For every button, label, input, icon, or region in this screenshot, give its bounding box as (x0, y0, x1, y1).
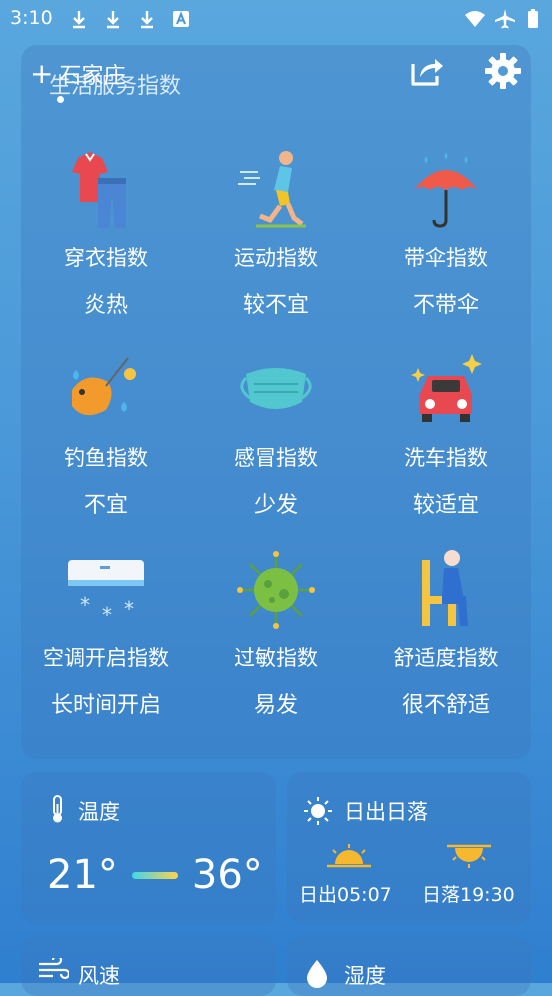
index-value: 较不宜 (242, 293, 309, 318)
wind-icon (39, 958, 69, 980)
share-icon[interactable] (405, 50, 447, 92)
humidity-title: 湿度 (344, 964, 386, 988)
umbrella-icon (414, 152, 478, 228)
wind-card[interactable]: 风速 (21, 936, 276, 996)
mask-icon (240, 368, 312, 409)
index-name: 带伞指数 (404, 246, 488, 270)
temperature-range: 21° 36° (47, 852, 263, 898)
download-icon (107, 11, 119, 29)
airplane-icon (495, 9, 515, 29)
index-item-allergy[interactable]: 过敏指数 易发 (191, 550, 361, 719)
index-item-car-wash[interactable]: 洗车指数 较适宜 (361, 350, 531, 519)
index-name: 钓鱼指数 (64, 446, 148, 470)
status-bar: 3:10 (0, 0, 552, 38)
svg-text:*: * (80, 593, 90, 617)
index-value: 长时间开启 (50, 693, 161, 718)
sunrise-sunset-card[interactable]: 日出日落 日出05:07 日落19:30 (287, 772, 531, 924)
index-item-comfort[interactable]: 舒适度指数 很不舒适 (361, 550, 531, 719)
virus-icon (237, 551, 315, 629)
running-icon (238, 151, 306, 228)
sun-icon (304, 797, 332, 825)
index-name: 舒适度指数 (393, 646, 499, 670)
index-value: 少发 (253, 493, 298, 518)
thermometer-icon (53, 795, 62, 823)
battery-icon (528, 9, 538, 28)
temperature-high: 36° (191, 852, 263, 898)
temperature-title: 温度 (78, 800, 120, 824)
sunrise-icon (327, 844, 371, 868)
index-item-air-conditioner[interactable]: * * * 空调开启指数 长时间开启 (21, 550, 191, 719)
index-name: 空调开启指数 (43, 646, 169, 670)
index-name: 过敏指数 (234, 646, 318, 670)
index-item-sport[interactable]: 运动指数 较不宜 (191, 150, 361, 319)
sunrise-time: 日出05:07 (299, 884, 392, 906)
sunset-time: 日落19:30 (422, 884, 515, 906)
svg-text:*: * (102, 603, 112, 627)
water-drop-icon (307, 960, 327, 988)
index-item-fishing[interactable]: 钓鱼指数 不宜 (21, 350, 191, 519)
index-item-clothing[interactable]: 穿衣指数 炎热 (21, 150, 191, 319)
sunset-icon (447, 844, 491, 868)
download-icon (73, 11, 85, 29)
index-value: 易发 (253, 693, 298, 718)
settings-gear-icon[interactable] (482, 50, 524, 92)
temperature-card[interactable]: 温度 21° 36° (21, 772, 276, 924)
index-item-cold[interactable]: 感冒指数 少发 (191, 350, 361, 519)
humidity-card[interactable]: 湿度 (287, 936, 531, 996)
index-name: 感冒指数 (234, 446, 318, 470)
text-app-icon (173, 11, 189, 27)
index-value: 不带伞 (412, 293, 479, 318)
index-value: 较适宜 (412, 493, 479, 518)
index-value: 很不舒适 (401, 693, 490, 718)
status-time: 3:10 (10, 7, 53, 29)
fishing-icon (72, 357, 136, 416)
svg-text:*: * (124, 597, 134, 621)
index-name: 运动指数 (234, 246, 318, 270)
clothing-icon (72, 152, 126, 228)
car-wash-icon (411, 354, 482, 422)
sun-title: 日出日落 (344, 800, 428, 824)
wind-title: 风速 (78, 964, 120, 988)
page-subtitle: 生活服务指数 (49, 74, 182, 99)
temperature-bar (131, 871, 178, 879)
comfort-chair-icon (422, 550, 468, 626)
index-item-umbrella[interactable]: 带伞指数 不带伞 (361, 150, 531, 319)
download-icon (141, 11, 153, 29)
air-conditioner-icon: * * * (68, 560, 144, 627)
wifi-icon (465, 11, 485, 27)
index-value: 不宜 (83, 493, 128, 518)
index-value: 炎热 (83, 293, 128, 318)
temperature-low: 21° (47, 852, 118, 898)
index-name: 穿衣指数 (64, 246, 148, 270)
index-name: 洗车指数 (404, 446, 488, 470)
